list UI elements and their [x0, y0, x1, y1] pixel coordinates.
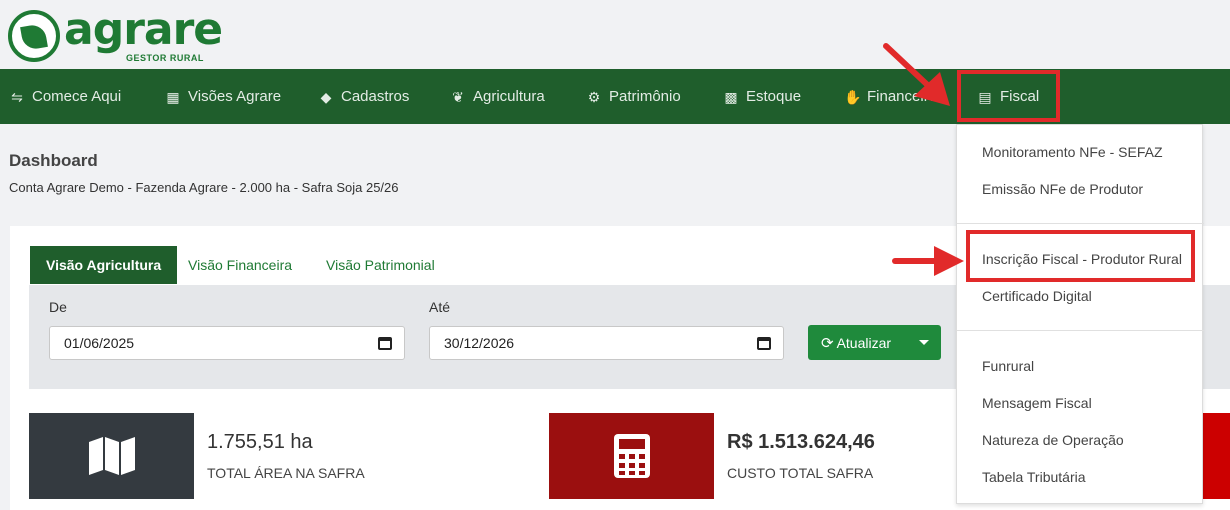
- from-date-value: 01/06/2025: [64, 335, 135, 351]
- grid-icon: ▦: [166, 88, 180, 105]
- hand-coin-icon: ✋: [844, 88, 862, 105]
- stat-card-partial: [1203, 413, 1230, 499]
- to-label: Até: [429, 299, 451, 315]
- nav-label: Estoque: [746, 88, 802, 105]
- leaf-icon: [20, 23, 48, 51]
- handshake-icon: ⇋: [11, 88, 23, 105]
- stat-custo-icon-box: [549, 413, 714, 499]
- tag-icon: ◆: [320, 88, 332, 105]
- menu-divider: [957, 223, 1204, 224]
- nav-item-estoque[interactable]: ▩ Estoque: [723, 69, 801, 124]
- agrare-logo[interactable]: agrare GESTOR RURAL: [8, 4, 223, 64]
- nav-item-patrimonio[interactable]: ⚙ Patrimônio: [586, 69, 681, 124]
- annotation-highlight-fiscal: [957, 70, 1060, 122]
- page-subtitle: Conta Agrare Demo - Fazenda Agrare - 2.0…: [9, 180, 399, 195]
- stat-area-icon-box: [29, 413, 194, 499]
- to-date-value: 30/12/2026: [444, 335, 515, 351]
- menu-item-natureza-operacao[interactable]: Natureza de Operação: [982, 432, 1124, 448]
- brand-tagline: GESTOR RURAL: [126, 53, 204, 63]
- fiscal-dropdown-menu: Monitoramento NFe - SEFAZ Emissão NFe de…: [956, 124, 1204, 504]
- annotation-highlight-inscricao: [966, 230, 1195, 282]
- nav-label: Patrimônio: [609, 88, 681, 105]
- boxes-icon: ▩: [724, 88, 738, 105]
- refresh-icon: ⟳: [821, 334, 834, 352]
- from-date-input[interactable]: 01/06/2025: [49, 326, 405, 360]
- from-label: De: [49, 299, 67, 315]
- header: agrare GESTOR RURAL: [0, 0, 1230, 69]
- nav-item-cadastros[interactable]: ◆ Cadastros: [318, 69, 410, 124]
- refresh-button[interactable]: ⟳ Atualizar: [808, 325, 941, 360]
- stat-custo-label: CUSTO TOTAL SAFRA: [727, 465, 874, 481]
- menu-item-certificado-digital[interactable]: Certificado Digital: [982, 288, 1092, 304]
- nav-item-comece-aqui[interactable]: ⇋ Comece Aqui: [9, 69, 121, 124]
- calendar-icon[interactable]: [757, 337, 771, 350]
- menu-item-emissao-nfe[interactable]: Emissão NFe de Produtor: [982, 181, 1143, 197]
- nav-label: Comece Aqui: [32, 88, 122, 105]
- logo-emblem: [8, 10, 60, 62]
- to-date-input[interactable]: 30/12/2026: [429, 326, 784, 360]
- calendar-icon[interactable]: [378, 337, 392, 350]
- nav-label: Financeiro: [867, 88, 938, 105]
- menu-item-funrural[interactable]: Funrural: [982, 358, 1034, 374]
- nav-item-visoes-agrare[interactable]: ▦ Visões Agrare: [165, 69, 281, 124]
- calculator-icon: [613, 434, 650, 478]
- page-title: Dashboard: [9, 151, 98, 170]
- nav-label: Cadastros: [341, 88, 410, 105]
- brand-name: agrare: [64, 4, 223, 55]
- nav-item-agricultura[interactable]: ❦ Agricultura: [450, 69, 545, 124]
- menu-item-mensagem-fiscal[interactable]: Mensagem Fiscal: [982, 395, 1092, 411]
- tab-visao-agricultura[interactable]: Visão Agricultura: [30, 246, 178, 284]
- stat-custo-value: R$ 1.513.624,46: [727, 431, 875, 453]
- tab-visao-patrimonial[interactable]: Visão Patrimonial: [310, 246, 451, 284]
- stat-area-label: TOTAL ÁREA NA SAFRA: [207, 465, 365, 481]
- menu-item-tabela-tributaria[interactable]: Tabela Tributária: [982, 469, 1086, 485]
- tractor-icon: ⚙: [587, 88, 601, 105]
- nav-label: Visões Agrare: [188, 88, 282, 105]
- leaf-icon: ❦: [452, 88, 464, 105]
- menu-item-monitoramento-nfe[interactable]: Monitoramento NFe - SEFAZ: [982, 144, 1163, 160]
- refresh-label: Atualizar: [836, 334, 892, 351]
- chevron-down-icon[interactable]: [919, 340, 929, 345]
- nav-item-financeiro[interactable]: ✋ Financeiro: [844, 69, 937, 124]
- stat-area-value: 1.755,51 ha: [207, 431, 313, 453]
- map-icon: [88, 437, 135, 475]
- nav-label: Agricultura: [473, 88, 545, 105]
- menu-divider: [957, 330, 1204, 331]
- tab-visao-financeira[interactable]: Visão Financeira: [172, 246, 308, 284]
